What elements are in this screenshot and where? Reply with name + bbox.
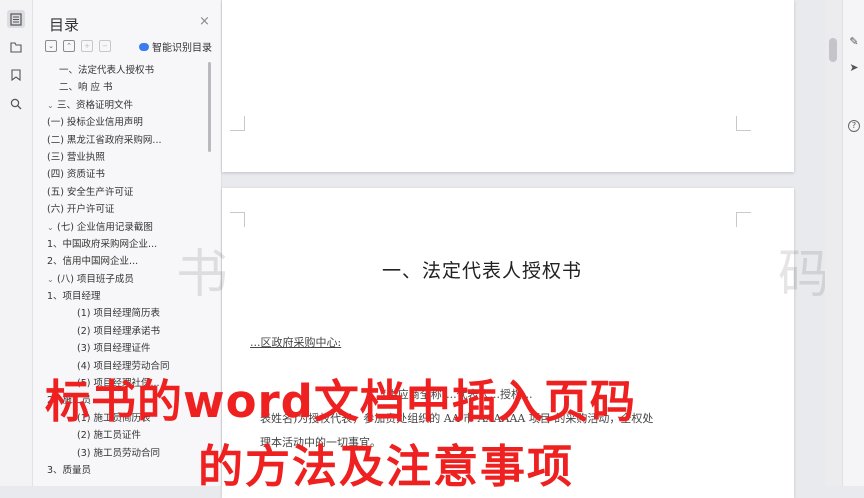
toc-item-label: (1) 项目经理简历表 — [77, 308, 160, 320]
toc-item-label: 3、质量员 — [47, 464, 92, 476]
expand-all-icon[interactable]: ⌄ — [45, 40, 57, 52]
page-margin-mark — [230, 116, 245, 131]
toc-item-label: 一、法定代表人授权书 — [59, 65, 155, 76]
toc-item[interactable]: (2) 项目经理承诺书 — [33, 323, 211, 340]
chevron-down-icon[interactable]: ⌄ — [47, 219, 57, 236]
close-icon[interactable]: × — [199, 14, 210, 29]
toc-item[interactable]: (1) 项目经理简历表 — [33, 305, 211, 322]
toc-item-label: (四) 资质证书 — [47, 169, 105, 181]
document-page — [222, 0, 794, 172]
toc-item[interactable]: 3、质量员 — [33, 462, 211, 479]
watermark-right: 码 — [778, 245, 831, 305]
toc-item-label: (2) 项目经理承诺书 — [77, 325, 160, 337]
toc-item[interactable]: (一) 投标企业信用声明 — [33, 114, 211, 131]
vertical-scrollbar[interactable] — [825, 0, 842, 486]
toc-item[interactable]: (3) 项目经理证件 — [33, 340, 211, 357]
toc-item-label: (六) 开户许可证 — [47, 204, 115, 216]
toc-item-label: 二、响 应 书 — [59, 82, 113, 94]
toc-item-label: (2) 施工员证件 — [77, 430, 141, 442]
collapse-all-icon[interactable]: ⌃ — [63, 40, 75, 52]
smart-recognize-toc-button[interactable]: 智能识别目录 — [139, 39, 212, 54]
bookmark-list-icon[interactable] — [7, 38, 25, 56]
edit-icon[interactable]: ✎ — [848, 36, 860, 48]
toc-item[interactable]: (3) 施工员劳动合同 — [33, 445, 211, 462]
toc-item[interactable]: (五) 安全生产许可证 — [33, 184, 211, 201]
outline-icon[interactable] — [7, 10, 25, 28]
remove-heading-icon[interactable]: − — [99, 40, 111, 52]
toc-item-label: 2、信用中国网企业... — [47, 256, 139, 268]
chevron-down-icon[interactable]: ⌄ — [47, 97, 57, 114]
scroll-thumb[interactable] — [829, 38, 837, 62]
caption-line-2: 的方法及注意事项 — [198, 440, 575, 493]
toc-item-label: (一) 投标企业信用声明 — [47, 117, 143, 129]
toc-item-label: (三) 营业执照 — [47, 151, 105, 163]
smart-recognize-label: 智能识别目录 — [152, 43, 212, 54]
toc-item[interactable]: ⌄ 三、资格证明文件 — [33, 97, 211, 114]
left-icon-rail — [0, 0, 33, 486]
select-cursor-icon[interactable]: ➤ — [848, 62, 860, 74]
chevron-down-icon[interactable]: ⌄ — [47, 271, 57, 288]
page-margin-mark — [230, 212, 245, 227]
toc-item[interactable]: 一、法定代表人授权书 — [33, 62, 211, 79]
toc-title: 目录 — [49, 16, 80, 34]
toc-item[interactable]: (三) 营业执照 — [33, 149, 211, 166]
toc-item-label: 1、中国政府采购网企业... — [47, 238, 158, 250]
toc-item-label: (七) 企业信用记录截图 — [57, 221, 153, 233]
watermark-left: 书 — [176, 245, 229, 305]
toc-item-label: (八) 项目班子成员 — [57, 273, 134, 285]
toc-item-label: 三、资格证明文件 — [57, 99, 134, 111]
help-icon[interactable]: ? — [848, 120, 860, 132]
toc-item[interactable]: (六) 开户许可证 — [33, 201, 211, 218]
document-line: ...区政府采购中心: — [250, 336, 342, 349]
smart-icon — [139, 42, 149, 51]
bookmark-icon[interactable] — [7, 66, 25, 84]
toc-item-label: (3) 项目经理证件 — [77, 343, 151, 355]
toc-toolbar: ⌄ ⌃ + − — [45, 40, 111, 52]
add-heading-icon[interactable]: + — [81, 40, 93, 52]
toc-item-label: (二) 黑龙江省政府采购网... — [47, 134, 162, 146]
toc-item[interactable]: (二) 黑龙江省政府采购网... — [33, 132, 211, 149]
document-heading: 一、法定代表人授权书 — [382, 260, 583, 282]
toc-item[interactable]: 二、响 应 书 — [33, 79, 211, 96]
toc-item[interactable]: (四) 资质证书 — [33, 166, 211, 183]
caption-line-1: 标书的word文档中插入页码 — [45, 375, 636, 428]
toc-item-label: 1、项目经理 — [47, 291, 101, 303]
page-margin-mark — [736, 212, 751, 227]
toc-item-label: (3) 施工员劳动合同 — [77, 447, 160, 459]
page-margin-mark — [736, 116, 751, 131]
search-icon[interactable] — [7, 95, 25, 113]
right-tool-strip: ✎ ➤ ? — [842, 0, 864, 486]
toc-item-label: (五) 安全生产许可证 — [47, 186, 134, 198]
toc-scrollbar[interactable] — [208, 62, 211, 152]
